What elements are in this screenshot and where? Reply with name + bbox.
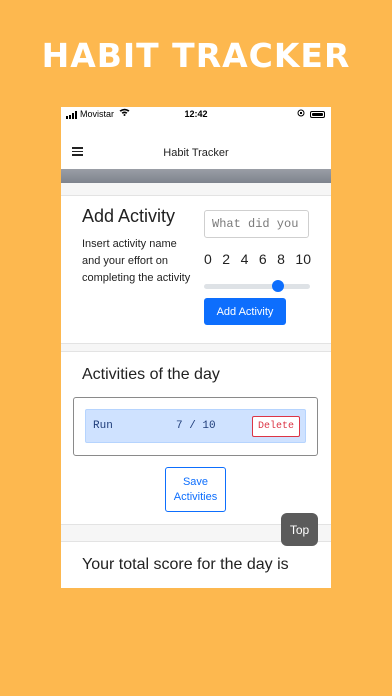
add-activity-card: Add Activity Insert activity name and yo…: [61, 195, 331, 344]
add-activity-button[interactable]: Add Activity: [204, 298, 286, 325]
battery-icon: [310, 111, 325, 118]
activities-list: Run 7 / 10 Delete: [73, 397, 318, 456]
activity-name: Run: [93, 420, 113, 432]
score-card: Your total score for the day is: [61, 541, 331, 588]
status-time: 12:42: [184, 109, 208, 119]
score-heading: Your total score for the day is: [82, 556, 289, 573]
save-activities-button[interactable]: Save Activities: [165, 467, 226, 512]
effort-slider-thumb[interactable]: [272, 280, 285, 292]
add-activity-heading: Add Activity: [82, 206, 176, 226]
app-header: Habit Tracker: [61, 123, 331, 170]
phone-screen: Movistar 12:42 Habit Tracker Add Activit…: [61, 107, 331, 588]
status-bar: Movistar 12:42: [61, 107, 331, 123]
list-item: Run 7 / 10 Delete: [85, 409, 306, 443]
activities-card: Activities of the day Run 7 / 10 Delete …: [61, 351, 331, 525]
activities-heading: Activities of the day: [82, 366, 220, 383]
effort-slider-ticks: 0 2 4 6 8 10: [204, 251, 311, 267]
scroll-top-button[interactable]: Top: [281, 513, 318, 546]
effort-slider[interactable]: [204, 280, 310, 292]
promo-title: HABIT TRACKER: [41, 36, 351, 75]
delete-button[interactable]: Delete: [252, 416, 300, 437]
tick-label: 0: [204, 251, 212, 267]
app-title: Habit Tracker: [163, 147, 229, 159]
tick-label: 2: [222, 251, 231, 267]
orientation-lock-icon: [297, 109, 305, 119]
tick-label: 4: [240, 251, 249, 267]
tick-label: 6: [258, 251, 267, 267]
add-activity-description: Insert activity name and your effort on …: [82, 238, 191, 284]
activity-score: 7 / 10: [176, 420, 216, 432]
activity-name-input[interactable]: [204, 210, 309, 238]
tick-label: 8: [277, 251, 285, 267]
hero-image: [61, 169, 331, 183]
tick-label: 10: [295, 251, 311, 267]
